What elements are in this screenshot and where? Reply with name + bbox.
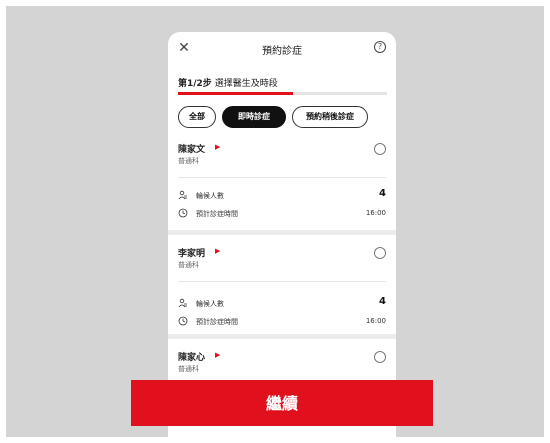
- queue-label: 輪候人數: [196, 192, 224, 200]
- doctor-name: 陳家文: [178, 145, 206, 155]
- doctor-name: 陳家心: [178, 353, 206, 363]
- time-value: 16:00: [365, 317, 386, 325]
- doctor-card[interactable]: 陳家文 ▶ 普通科 輪候人數 4 預計診症時間 16:00: [168, 140, 396, 226]
- doctor-card[interactable]: 李家明 ▶ 普通科 輪候人數 4 預計診症時間 16:00: [168, 244, 396, 332]
- doctor-name: 李家明: [178, 249, 206, 259]
- screen-background: ✕ 預約診症 ? 第1/2步 選擇醫生及時段 全部 即時診症 預約稍後診症 陳家…: [6, 6, 544, 437]
- caret-right-icon[interactable]: ▶: [215, 143, 220, 152]
- top-bar: ✕ 預約診症 ?: [168, 32, 396, 68]
- select-radio[interactable]: [374, 143, 386, 155]
- step-indicator: 第1/2步 選擇醫生及時段: [178, 76, 278, 89]
- divider: [178, 281, 386, 282]
- step-progress-fill: [178, 92, 293, 95]
- queue-icon: [178, 190, 187, 200]
- caret-right-icon[interactable]: ▶: [215, 351, 220, 360]
- select-radio[interactable]: [374, 247, 386, 259]
- doctor-department: 普通科: [178, 157, 199, 165]
- queue-count: 4: [379, 296, 386, 307]
- queue-icon: [178, 298, 187, 308]
- doctor-department: 普通科: [178, 365, 199, 373]
- queue-label: 輪候人數: [196, 300, 224, 308]
- help-icon[interactable]: ?: [374, 41, 386, 53]
- time-label: 預計診症時間: [196, 210, 238, 218]
- clock-icon: [178, 208, 188, 218]
- step-progress-track: [178, 92, 387, 95]
- section-divider: [168, 334, 396, 339]
- filter-all[interactable]: 全部: [178, 106, 216, 128]
- step-number: 第1/2步: [178, 79, 212, 89]
- time-label: 預計診症時間: [196, 318, 238, 326]
- section-divider: [168, 230, 396, 235]
- caret-right-icon[interactable]: ▶: [215, 247, 220, 256]
- filter-instant[interactable]: 即時診症: [222, 106, 286, 128]
- continue-button[interactable]: 繼續: [131, 380, 433, 426]
- time-value: 16:00: [365, 209, 386, 217]
- filter-later[interactable]: 預約稍後診症: [292, 106, 368, 128]
- page-title: 預約診症: [262, 46, 302, 57]
- divider: [178, 177, 386, 178]
- clock-icon: [178, 316, 188, 326]
- booking-panel: ✕ 預約診症 ? 第1/2步 選擇醫生及時段 全部 即時診症 預約稍後診症 陳家…: [168, 32, 396, 437]
- doctor-department: 普通科: [178, 261, 199, 269]
- queue-count: 4: [379, 188, 386, 199]
- step-text: 選擇醫生及時段: [214, 79, 278, 89]
- select-radio[interactable]: [374, 351, 386, 363]
